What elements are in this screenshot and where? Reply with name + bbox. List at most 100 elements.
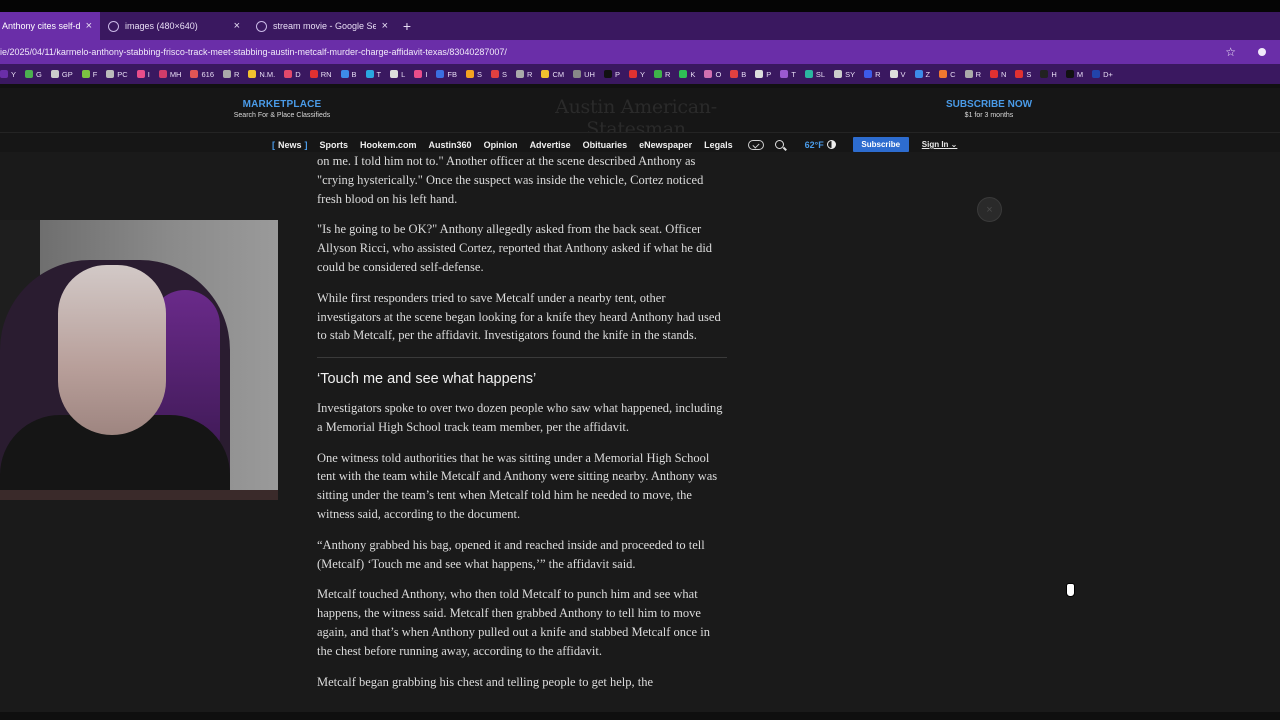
bookmark-favicon-icon bbox=[679, 70, 688, 78]
bookmark-item[interactable]: K bbox=[679, 70, 695, 79]
bookmark-label: N bbox=[1000, 69, 1007, 79]
close-ad-icon[interactable]: × bbox=[977, 197, 1002, 222]
sign-in-link[interactable]: Sign In ⌄ bbox=[922, 140, 958, 149]
bookmark-label: R bbox=[527, 69, 533, 79]
new-tab-button[interactable]: + bbox=[396, 12, 418, 40]
weather-temperature[interactable]: 62°F bbox=[805, 140, 824, 150]
bookmark-item[interactable]: G bbox=[25, 70, 42, 79]
bookmark-item[interactable]: O bbox=[704, 70, 721, 79]
profile-icon[interactable] bbox=[1258, 48, 1266, 56]
marketplace-link[interactable]: MARKETPLACE Search For & Place Classifie… bbox=[226, 99, 338, 119]
more-menu-icon[interactable] bbox=[747, 139, 764, 150]
bookmark-item[interactable]: RN bbox=[309, 70, 332, 79]
bookmark-item[interactable]: Z bbox=[914, 69, 931, 79]
bookmark-label: H bbox=[1051, 69, 1057, 79]
bookmark-label: SL bbox=[815, 69, 826, 79]
bookmark-item[interactable]: FB bbox=[436, 70, 457, 79]
bookmark-item[interactable]: T bbox=[365, 70, 381, 79]
bookmark-label: I bbox=[425, 69, 428, 79]
bookmark-label: I bbox=[147, 69, 150, 79]
bookmark-item[interactable]: N bbox=[989, 69, 1007, 79]
bookmark-item[interactable]: L bbox=[390, 70, 405, 79]
bookmark-item[interactable]: Y bbox=[0, 70, 16, 79]
nav-austin360[interactable]: Austin360 bbox=[429, 140, 472, 150]
bookmark-item[interactable]: C bbox=[939, 70, 956, 79]
bookmark-item[interactable]: B bbox=[340, 70, 357, 79]
bookmark-item[interactable]: D+ bbox=[1092, 70, 1113, 79]
article-paragraph: "Is he going to be OK?" Anthony allegedl… bbox=[317, 222, 713, 274]
bookmark-label: Y bbox=[639, 69, 645, 79]
bookmark-item[interactable]: SY bbox=[834, 70, 855, 79]
bookmark-item[interactable]: V bbox=[889, 70, 906, 79]
bookmark-item[interactable]: S bbox=[1015, 70, 1031, 79]
bookmark-item[interactable]: H bbox=[1040, 69, 1057, 79]
bookmark-item[interactable]: P bbox=[755, 70, 771, 79]
bookmark-favicon-icon bbox=[654, 70, 662, 78]
bookmark-favicon-icon bbox=[414, 70, 423, 78]
bookmark-item[interactable]: 616 bbox=[190, 70, 214, 79]
bookmark-item[interactable]: MH bbox=[158, 70, 181, 79]
subscribe-now-link[interactable]: SUBSCRIBE NOW $1 for 3 months bbox=[940, 99, 1038, 119]
tab-close-icon[interactable]: × bbox=[382, 20, 388, 32]
bookmark-item[interactable]: P bbox=[603, 70, 620, 79]
nav-obituaries[interactable]: Obituaries bbox=[583, 140, 628, 150]
bookmark-item[interactable]: I bbox=[136, 69, 150, 79]
bookmark-label: Z bbox=[925, 69, 931, 79]
bookmark-favicon-icon bbox=[516, 70, 525, 78]
webcam-desk bbox=[0, 490, 278, 500]
bookmark-item[interactable]: F bbox=[81, 70, 97, 79]
tab-google-search[interactable]: stream movie - Google Search × bbox=[248, 12, 396, 40]
bookmark-item[interactable]: M bbox=[1065, 70, 1083, 79]
subscribe-button[interactable]: Subscribe bbox=[852, 137, 909, 152]
nav-opinion[interactable]: Opinion bbox=[484, 140, 518, 150]
url-field[interactable]: ie/2025/04/11/karmelo-anthony-stabbing-f… bbox=[0, 47, 1225, 57]
bookmark-favicon-icon bbox=[223, 70, 231, 78]
bookmark-item[interactable]: CM bbox=[541, 70, 564, 79]
bookmark-favicon-icon bbox=[704, 70, 713, 78]
bookmark-item[interactable]: N.M. bbox=[248, 70, 275, 79]
bookmark-favicon-icon bbox=[190, 70, 199, 78]
bookmark-item[interactable]: I bbox=[414, 70, 427, 79]
bookmark-label: GP bbox=[61, 69, 73, 79]
bookmark-item[interactable]: R bbox=[223, 70, 239, 79]
weather-moon-icon bbox=[826, 140, 836, 149]
tab-active[interactable]: Anthony cites self-defe × bbox=[0, 12, 100, 40]
bookmark-star-icon[interactable]: ☆ bbox=[1225, 45, 1236, 59]
bookmark-item[interactable]: R bbox=[864, 70, 881, 79]
bookmark-item[interactable]: Y bbox=[628, 69, 645, 79]
nav-sports[interactable]: Sports bbox=[320, 140, 349, 150]
search-icon[interactable] bbox=[774, 140, 784, 149]
bookmark-item[interactable]: GP bbox=[50, 69, 73, 79]
bookmark-item[interactable]: D bbox=[284, 70, 301, 79]
bookmark-item[interactable]: R bbox=[654, 70, 670, 79]
tab-close-icon[interactable]: × bbox=[86, 20, 92, 32]
tab-images[interactable]: images (480×640) × bbox=[100, 12, 248, 40]
bookmark-item[interactable]: UH bbox=[573, 70, 595, 79]
bookmark-favicon-icon bbox=[541, 70, 550, 78]
bookmark-item[interactable]: R bbox=[516, 70, 532, 79]
site-nav: News Sports Hookem.com Austin360 Opinion… bbox=[0, 132, 1280, 152]
nav-news[interactable]: News bbox=[272, 140, 308, 150]
section-heading: ‘Touch me and see what happens’ bbox=[317, 371, 537, 388]
bookmark-favicon-icon bbox=[864, 70, 873, 78]
bookmark-item[interactable]: T bbox=[780, 70, 796, 79]
nav-legals[interactable]: Legals bbox=[704, 140, 733, 150]
tab-label: images (480×640) bbox=[125, 21, 198, 31]
address-bar: ie/2025/04/11/karmelo-anthony-stabbing-f… bbox=[0, 40, 1280, 64]
bookmark-item[interactable]: B bbox=[730, 70, 746, 79]
bookmark-item[interactable]: S bbox=[491, 70, 507, 79]
bookmark-item[interactable]: PC bbox=[106, 69, 128, 79]
bookmark-label: SY bbox=[845, 69, 856, 79]
tab-close-icon[interactable]: × bbox=[234, 20, 240, 32]
article-paragraph: Metcalf touched Anthony, who then told M… bbox=[317, 587, 710, 658]
bookmark-item[interactable]: R bbox=[964, 70, 981, 79]
bookmark-item[interactable]: SL bbox=[804, 69, 826, 79]
nav-hookem[interactable]: Hookem.com bbox=[360, 140, 417, 150]
bookmark-favicon-icon bbox=[573, 70, 582, 78]
bookmark-item[interactable]: S bbox=[466, 70, 482, 79]
bookmark-label: PC bbox=[117, 69, 128, 79]
nav-enewspaper[interactable]: eNewspaper bbox=[639, 140, 692, 150]
subscribe-subtitle: $1 for 3 months bbox=[964, 112, 1014, 119]
nav-advertise[interactable]: Advertise bbox=[530, 140, 571, 150]
bookmark-favicon-icon bbox=[1092, 70, 1101, 78]
